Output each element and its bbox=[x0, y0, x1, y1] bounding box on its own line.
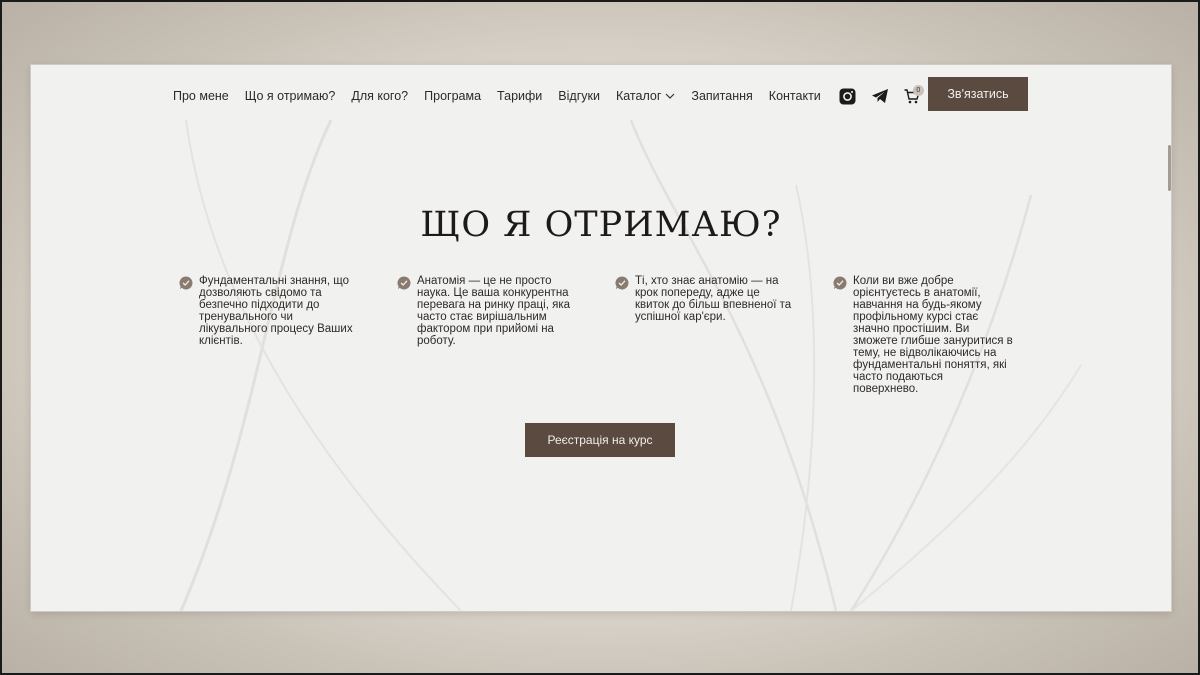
nav-item-about[interactable]: Про мене bbox=[173, 89, 229, 103]
nav-item-pricing[interactable]: Тарифи bbox=[497, 89, 542, 103]
feature-line: зможете глибше зануритися в bbox=[853, 335, 1013, 347]
nav-item-reviews[interactable]: Відгуки bbox=[558, 89, 600, 103]
feature-item: Анатомія — це не просто наука. Це ваша к… bbox=[397, 275, 597, 347]
feature-line: орієнтуєтесь в анатомії, bbox=[853, 287, 981, 299]
nav-item-catalog[interactable]: Каталог bbox=[616, 89, 675, 103]
feature-line: фактором при прийомі на bbox=[417, 323, 554, 335]
nav-item-faq[interactable]: Запитання bbox=[691, 89, 752, 103]
social-icons: 0 bbox=[837, 85, 933, 107]
feature-line: квиток до більш впевненої та bbox=[635, 299, 792, 311]
feature-line: Анатомія — це не просто bbox=[417, 275, 552, 287]
nav-item-label: Відгуки bbox=[558, 89, 600, 103]
main-nav: Про мене Що я отримаю? Для кого? Програм… bbox=[173, 85, 933, 107]
nav-item-program[interactable]: Програма bbox=[424, 89, 481, 103]
feature-line: роботу. bbox=[417, 335, 456, 347]
feature-line: тему, не відволікаючись на bbox=[853, 347, 997, 359]
nav-item-label: Запитання bbox=[691, 89, 753, 103]
features-list: Фундаментальні знання, що дозволяють сві… bbox=[179, 275, 1049, 405]
feature-line: перевага на ринку праці, яка bbox=[417, 299, 570, 311]
scrollbar-thumb[interactable] bbox=[1168, 145, 1171, 191]
feature-line: успішної кар'єри. bbox=[635, 311, 726, 323]
feature-line: Коли ви вже добре bbox=[853, 275, 954, 287]
feature-line: Ті, хто знає анатомію — на bbox=[635, 275, 779, 287]
cart-icon[interactable]: 0 bbox=[901, 85, 924, 107]
nav-item-label: Контакти bbox=[768, 89, 821, 103]
nav-item-label: Каталог bbox=[615, 89, 662, 103]
nav-item-label: Про мене bbox=[173, 89, 229, 103]
telegram-icon[interactable] bbox=[869, 85, 891, 107]
feature-line: навчання на будь-якому bbox=[853, 299, 982, 311]
register-course-button[interactable]: Реєстрація на курс bbox=[525, 423, 675, 457]
feature-text: Фундаментальні знання, що дозволяють сві… bbox=[199, 275, 353, 347]
cart-count-badge: 0 bbox=[912, 85, 924, 96]
feature-line: часто стає вирішальним bbox=[417, 311, 547, 323]
feature-item: Коли ви вже добре орієнтуєтесь в анатомі… bbox=[833, 275, 1033, 395]
feature-text: Анатомія — це не просто наука. Це ваша к… bbox=[417, 275, 570, 347]
check-bubble-icon bbox=[615, 276, 629, 290]
check-bubble-icon bbox=[397, 276, 411, 290]
chevron-down-icon bbox=[665, 93, 675, 99]
feature-item: Ті, хто знає анатомію — на крок попереду… bbox=[615, 275, 815, 323]
feature-line: значно простішим. Ви bbox=[853, 323, 970, 335]
screen-frame: Про мене Що я отримаю? Для кого? Програм… bbox=[2, 2, 1198, 673]
feature-line: крок попереду, адже це bbox=[635, 287, 760, 299]
feature-line: поверхнево. bbox=[853, 383, 919, 395]
feature-line: наука. Це ваша конкурентна bbox=[417, 287, 569, 299]
feature-line: тренувального чи bbox=[199, 311, 293, 323]
check-bubble-icon bbox=[179, 276, 193, 290]
instagram-icon[interactable] bbox=[837, 85, 859, 107]
nav-item-contacts[interactable]: Контакти bbox=[769, 89, 821, 103]
check-bubble-icon bbox=[833, 276, 847, 290]
contact-button[interactable]: Зв'язатись bbox=[928, 77, 1028, 111]
feature-line: фундаментальні поняття, які bbox=[853, 359, 1007, 371]
nav-item-label: Що я отримаю? bbox=[244, 89, 336, 103]
feature-line: часто подаються bbox=[853, 371, 943, 383]
nav-item-for-whom[interactable]: Для кого? bbox=[351, 89, 408, 103]
feature-line: клієнтів. bbox=[199, 335, 243, 347]
feature-line: Фундаментальні знання, що bbox=[199, 275, 350, 287]
section-title: ЩО Я ОТРИМАЮ? bbox=[420, 205, 782, 245]
nav-item-label: Тарифи bbox=[497, 89, 543, 103]
feature-line: лікувального процесу Ваших bbox=[199, 323, 353, 335]
feature-line: безпечно підходити до bbox=[199, 299, 320, 311]
nav-item-what-i-get[interactable]: Що я отримаю? bbox=[245, 89, 336, 103]
feature-line: дозволяють свідомо та bbox=[199, 287, 322, 299]
nav-item-label: Програма bbox=[424, 89, 482, 103]
feature-item: Фундаментальні знання, що дозволяють сві… bbox=[179, 275, 379, 347]
feature-text: Ті, хто знає анатомію — на крок попереду… bbox=[635, 275, 791, 323]
feature-line: профільному курсі стає bbox=[853, 311, 979, 323]
nav-item-label: Для кого? bbox=[351, 89, 409, 103]
browser-window: Про мене Що я отримаю? Для кого? Програм… bbox=[31, 65, 1171, 611]
feature-text: Коли ви вже добре орієнтуєтесь в анатомі… bbox=[853, 275, 1013, 395]
